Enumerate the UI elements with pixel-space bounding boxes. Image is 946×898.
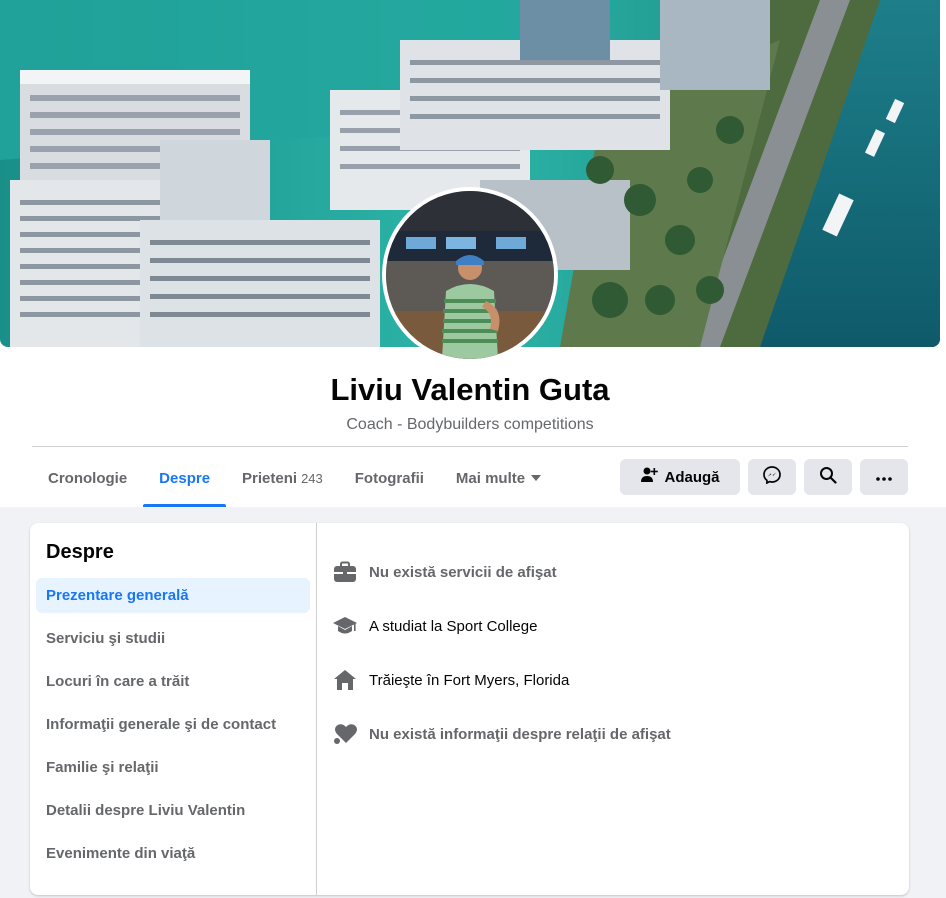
graduation-cap-icon [332, 613, 358, 639]
tab-label: Fotografii [354, 469, 424, 487]
about-title: Despre [46, 541, 114, 563]
search-button[interactable] [804, 459, 852, 495]
tab-mai-multe[interactable]: Mai multe [440, 449, 557, 507]
more-icon [875, 469, 893, 486]
home-icon [332, 667, 358, 693]
friends-count: 243 [301, 470, 323, 486]
avatar [386, 191, 554, 359]
heart-icon [332, 721, 358, 747]
tab-label: Mai multe [455, 469, 526, 487]
messenger-icon [763, 466, 781, 488]
profile-header: Liviu Valentin Guta Coach - Bodybuilders… [0, 0, 946, 507]
about-nav-details[interactable]: Detalii despre Liviu Valentin [36, 793, 310, 828]
tab-label: Cronologie [48, 469, 128, 487]
more-options-button[interactable] [860, 459, 908, 495]
caret-down-icon [531, 475, 542, 481]
about-nav-life-events[interactable]: Evenimente din viaţă [36, 836, 310, 871]
about-nav-work-education[interactable]: Serviciu şi studii [36, 621, 310, 656]
add-friend-icon [640, 466, 659, 488]
overview-home[interactable]: Trăieşte în Fort Myers, Florida [332, 666, 569, 694]
add-friend-button[interactable]: Adaugă [620, 459, 740, 495]
tab-prieteni[interactable]: Prieteni 243 [226, 449, 339, 507]
profile-actions: Adaugă [620, 459, 908, 495]
about-card: Despre Prezentare generală Serviciu şi s… [30, 523, 909, 895]
overview-education[interactable]: A studiat la Sport College [332, 612, 537, 640]
briefcase-icon [332, 559, 358, 585]
tab-label: Despre [159, 469, 211, 487]
overview-work-text: Nu există servicii de afişat [369, 563, 557, 581]
tab-label: Prieteni [242, 469, 298, 487]
profile-name: Liviu Valentin Guta [330, 372, 610, 407]
about-nav-family-relationships[interactable]: Familie şi relaţii [36, 750, 310, 785]
profile-tabs: Cronologie Despre Prieteni 243 Fotografii… [32, 449, 557, 507]
overview-home-text: Trăieşte în Fort Myers, Florida [369, 671, 570, 689]
about-overview: Nu există servicii de afişat A studiat l… [332, 523, 902, 895]
overview-education-text: A studiat la Sport College [369, 617, 538, 635]
overview-work: Nu există servicii de afişat [332, 558, 557, 586]
about-nav-contact-info[interactable]: Informaţii generale şi de contact [36, 707, 310, 742]
search-icon [819, 466, 837, 488]
profile-picture[interactable] [382, 187, 558, 363]
tab-cronologie[interactable]: Cronologie [32, 449, 143, 507]
about-nav-places-lived[interactable]: Locuri în care a trăit [36, 664, 310, 699]
about-sidebar: Despre Prezentare generală Serviciu şi s… [30, 523, 317, 895]
overview-relationship-text: Nu există informaţii despre relaţii de a… [369, 725, 671, 743]
messenger-button[interactable] [748, 459, 796, 495]
about-nav-overview[interactable]: Prezentare generală [36, 578, 310, 613]
profile-subtitle: Coach - Bodybuilders competitions [346, 416, 594, 433]
header-divider [32, 446, 908, 447]
overview-relationship: Nu există informaţii despre relaţii de a… [332, 720, 671, 748]
tab-despre[interactable]: Despre [143, 449, 226, 507]
tab-fotografii[interactable]: Fotografii [339, 449, 440, 507]
add-friend-label: Adaugă [664, 468, 720, 486]
